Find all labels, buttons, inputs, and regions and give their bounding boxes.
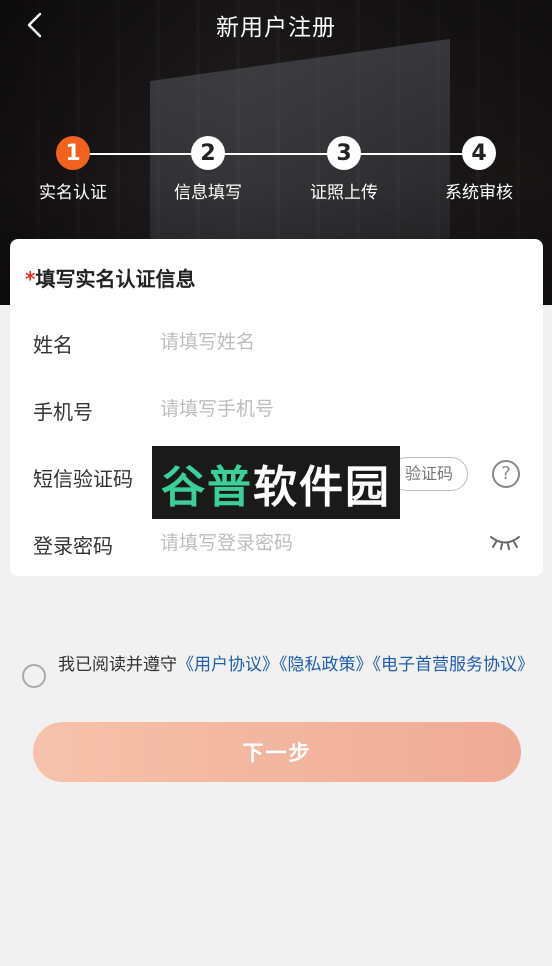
name-row: 姓名 (10, 317, 543, 367)
e-service-agreement-link[interactable]: 《电子首营服务协议》 (373, 655, 535, 675)
password-input[interactable] (160, 528, 460, 558)
phone-input[interactable] (160, 394, 460, 424)
privacy-policy-link[interactable]: 《隐私政策》 (279, 655, 373, 675)
step-number: 4 (462, 136, 496, 170)
phone-label: 手机号 (33, 400, 93, 424)
name-input[interactable] (160, 327, 460, 357)
step-number: 1 (56, 136, 90, 170)
step-label: 系统审核 (445, 183, 513, 203)
required-mark: * (25, 267, 36, 291)
step-label: 证照上传 (310, 183, 378, 203)
password-label: 登录密码 (33, 534, 113, 558)
agreement-prefix: 我已阅读并遵守 (58, 655, 177, 675)
sms-code-label: 短信验证码 (33, 467, 133, 491)
step-2: 2 信息填写 (153, 136, 263, 203)
register-page: 新用户注册 1 实名认证 2 信息填写 3 证照上传 4 系统审核 *填写实名认… (0, 0, 552, 966)
step-3: 3 证照上传 (289, 136, 399, 203)
password-row: 登录密码 (10, 518, 543, 568)
watermark-logo: 谷普软件园 (152, 446, 400, 519)
user-agreement-link[interactable]: 《用户协议》 (177, 655, 279, 675)
step-number: 3 (327, 136, 361, 170)
step-connector-line (73, 153, 479, 155)
form-title: *填写实名认证信息 (25, 263, 195, 292)
eye-closed-icon[interactable] (488, 532, 522, 552)
step-4: 4 系统审核 (424, 136, 534, 203)
page-title: 新用户注册 (216, 15, 336, 41)
step-number: 2 (191, 136, 225, 170)
name-label: 姓名 (33, 333, 73, 357)
phone-row: 手机号 (10, 384, 543, 434)
get-sms-code-button[interactable]: 验证码 (390, 457, 468, 491)
step-progress: 1 实名认证 2 信息填写 3 证照上传 4 系统审核 (0, 136, 552, 206)
real-name-form-card: *填写实名认证信息 姓名 手机号 短信验证码 验证码 ? 登录密码 (10, 239, 543, 576)
form-title-text: 填写实名认证信息 (35, 267, 196, 291)
watermark-part1: 谷普 (161, 461, 253, 513)
watermark-part2: 软件园 (253, 461, 391, 513)
step-label: 实名认证 (39, 183, 107, 203)
next-step-button[interactable]: 下一步 (33, 722, 521, 782)
step-label: 信息填写 (174, 183, 242, 203)
agreement-text: 我已阅读并遵守《用户协议》《隐私政策》《电子首营服务协议》 (58, 654, 538, 676)
step-1: 1 实名认证 (18, 136, 128, 203)
question-circle-icon[interactable]: ? (492, 460, 520, 488)
agreement-checkbox[interactable] (22, 664, 46, 688)
